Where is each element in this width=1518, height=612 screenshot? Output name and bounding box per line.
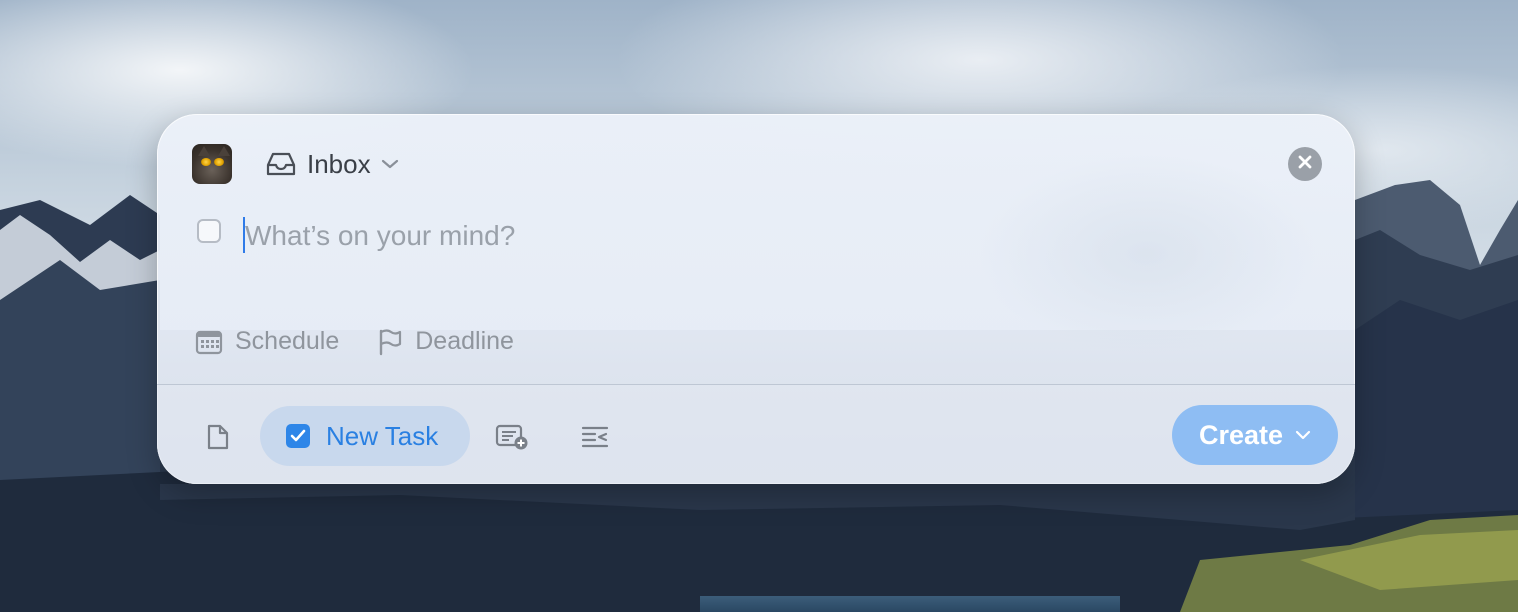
- close-button[interactable]: [1288, 147, 1322, 181]
- deadline-button[interactable]: Deadline: [377, 327, 514, 356]
- add-to-list-button[interactable]: [495, 420, 529, 454]
- indent-button[interactable]: [578, 420, 612, 454]
- avatar-eye-right: [214, 158, 224, 166]
- calendar-icon: [195, 329, 223, 355]
- chevron-down-icon: [1295, 430, 1311, 440]
- create-button[interactable]: Create: [1172, 405, 1338, 465]
- avatar-eye-left: [201, 158, 211, 166]
- list-add-icon: [495, 423, 529, 451]
- item-type-selector[interactable]: New Task: [260, 406, 470, 466]
- create-button-label: Create: [1198, 419, 1284, 450]
- document-icon: [206, 423, 230, 451]
- task-complete-checkbox[interactable]: [197, 219, 221, 243]
- schedule-label: Schedule: [235, 327, 340, 355]
- note-button[interactable]: [201, 420, 235, 454]
- list-selector[interactable]: Inbox: [265, 148, 399, 180]
- avatar-ear-left: [198, 146, 210, 156]
- flag-icon: [377, 328, 403, 356]
- user-avatar[interactable]: [192, 144, 232, 184]
- close-icon: [1297, 154, 1313, 175]
- bottom-toolbar: New Task Create: [157, 385, 1355, 484]
- deadline-label: Deadline: [415, 327, 514, 355]
- list-selector-label: Inbox: [307, 148, 371, 179]
- schedule-button[interactable]: Schedule: [195, 327, 339, 356]
- task-title-input[interactable]: [245, 215, 1145, 257]
- task-completion-row: [197, 219, 221, 243]
- task-meta-row: Schedule Deadline: [195, 327, 514, 356]
- inbox-tray-icon: [265, 151, 297, 177]
- wallpaper-lake: [700, 596, 1120, 612]
- indent-icon: [580, 424, 610, 450]
- avatar-ear-right: [218, 146, 230, 156]
- checkbox-icon: [286, 424, 310, 448]
- chevron-down-icon: [381, 158, 399, 170]
- item-type-label: New Task: [326, 420, 439, 451]
- quick-entry-window: Inbox Schedule: [157, 114, 1355, 484]
